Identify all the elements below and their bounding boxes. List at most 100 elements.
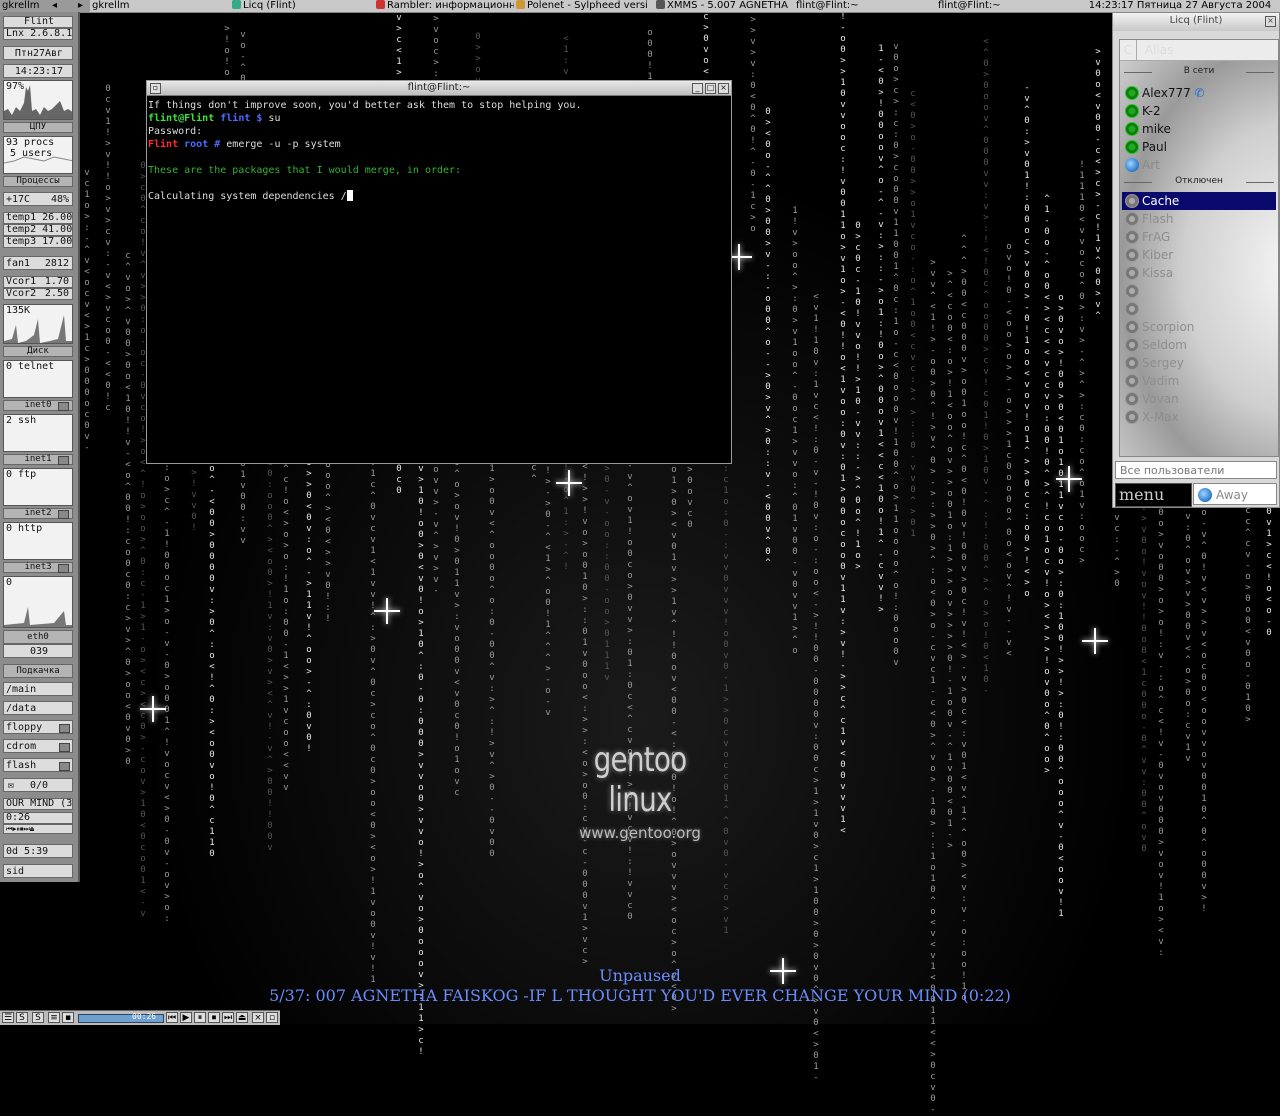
sparkle-icon: [374, 598, 400, 624]
gk-mount-label: cdrom: [6, 741, 37, 752]
mount-button-icon[interactable]: [59, 724, 70, 733]
taskbar-item-gkrellm-2[interactable]: gkrellm: [90, 0, 230, 12]
close-icon[interactable]: ×: [1265, 16, 1276, 27]
terminal-line: flint@Flint flint $ su: [148, 112, 731, 125]
contact-online[interactable]: Alex777 ✆: [1122, 84, 1276, 102]
taskbar-item-terminal-2[interactable]: flint@Flint:~: [936, 0, 1076, 12]
matrix-column: > v 0 o < v 0 0 - c < > c > - c ! 1 v ^ …: [1095, 47, 1101, 321]
text-cursor: [346, 190, 353, 201]
arrow-left-icon[interactable]: ◂: [52, 0, 57, 12]
gk-procs-label[interactable]: Процессы: [3, 176, 73, 187]
arrow-right-icon[interactable]: ▸: [78, 0, 83, 12]
xmms-time: 00:26: [132, 1012, 157, 1021]
gnome-icon[interactable]: ☰: [2, 1012, 14, 1023]
xmms-shade-icon[interactable]: ≡: [48, 1012, 60, 1023]
column-alias-header[interactable]: Alias: [1141, 43, 1173, 57]
gk-disk-label[interactable]: Диск: [3, 346, 73, 357]
gk-net-label-inet2[interactable]: inet2: [3, 508, 73, 519]
gk-mount-cdrom[interactable]: cdrom: [3, 739, 73, 753]
prev-icon[interactable]: ⏮: [166, 1012, 178, 1023]
gk-mail[interactable]: ✉ 0/0: [3, 778, 73, 792]
contact-online[interactable]: Paul: [1122, 138, 1276, 156]
close-icon[interactable]: ×: [718, 83, 729, 94]
stop-icon[interactable]: ⏹: [208, 1012, 220, 1023]
contact-offline[interactable]: [1122, 300, 1276, 318]
gk-mount-floppy[interactable]: floppy: [3, 720, 73, 734]
gk-download-label[interactable]: Подкачка: [3, 664, 73, 678]
contact-online[interactable]: Art: [1122, 156, 1276, 174]
close-icon[interactable]: ×: [252, 1012, 264, 1023]
contact-online[interactable]: K-2: [1122, 102, 1276, 120]
contact-offline[interactable]: FrAG: [1122, 228, 1276, 246]
taskbar-item-rambler[interactable]: Rambler: информационн: [374, 0, 514, 12]
prompt-command: emerge -u -p system: [220, 139, 341, 150]
gk-cpu-label[interactable]: ЦПУ: [3, 122, 73, 133]
gk-date: Птн27Авг: [3, 46, 73, 60]
gk-mount-main[interactable]: /main: [3, 682, 73, 696]
contact-offline[interactable]: Sergey: [1122, 354, 1276, 372]
contact-offline[interactable]: Vovan: [1122, 390, 1276, 408]
eject-icon[interactable]: ⏏: [30, 825, 34, 833]
contact-offline[interactable]: Kiber: [1122, 246, 1276, 264]
contact-name: Sergey: [1142, 356, 1184, 370]
licq-titlebar[interactable]: Licq (Flint) ×: [1113, 13, 1279, 31]
pause-icon[interactable]: ⏸: [194, 1012, 206, 1023]
net-toggle-icon[interactable]: [58, 456, 69, 465]
taskbar-item-xmms[interactable]: XMMS - 5.007 AGNETHA: [654, 0, 794, 12]
group-filter-select[interactable]: Все пользователи: [1115, 461, 1277, 479]
online-flower-icon: [1125, 122, 1139, 136]
mount-button-icon[interactable]: [59, 743, 70, 752]
app-launcher-icon[interactable]: S: [32, 1012, 44, 1023]
taskbar-item-label: Rambler: информационн: [387, 0, 514, 11]
gk-net-label-inet0[interactable]: inet0: [3, 400, 73, 411]
maximize-icon[interactable]: □: [705, 83, 716, 94]
offline-separator: Отключен: [1120, 176, 1278, 186]
contact-offline[interactable]: Cache: [1122, 192, 1276, 210]
xmms-menu-icon[interactable]: ▪: [62, 1012, 74, 1023]
mount-button-icon[interactable]: [59, 762, 70, 771]
gk-net-label-inet3[interactable]: inet3: [3, 562, 73, 573]
taskbar-item-sylpheed[interactable]: Polenet - Sylpheed versi: [514, 0, 654, 12]
terminal-window[interactable]: ▫ flint@Flint:~ _ □ × If things don't im…: [146, 80, 732, 464]
gk-mount-flash[interactable]: flash: [3, 758, 73, 772]
online-separator: В сети: [1120, 66, 1278, 76]
gk-eth-value: 0: [6, 577, 13, 588]
gk-net-value: 0 telnet: [6, 361, 55, 372]
terminal-titlebar[interactable]: ▫ flint@Flint:~ _ □ ×: [147, 81, 731, 96]
terminal-output[interactable]: If things don't improve soon, you'd bett…: [147, 96, 731, 203]
contact-offline[interactable]: Flash: [1122, 210, 1276, 228]
taskbar-item-label: gkrellm: [2, 0, 40, 11]
app-launcher-icon[interactable]: S: [16, 1012, 28, 1023]
contact-online[interactable]: mike: [1122, 120, 1276, 138]
contact-offline[interactable]: Scorpion: [1122, 318, 1276, 336]
menu-button[interactable]: menu: [1115, 483, 1192, 507]
contact-offline[interactable]: Seldom: [1122, 336, 1276, 354]
net-toggle-icon[interactable]: [58, 510, 69, 519]
contact-offline[interactable]: Vadim: [1122, 372, 1276, 390]
taskbar-item-terminal-1[interactable]: flint@Flint:~: [794, 0, 936, 12]
eject-icon[interactable]: ⏏: [236, 1012, 248, 1023]
gk-mount-label: floppy: [6, 722, 43, 733]
window-menu-icon[interactable]: ▫: [150, 83, 161, 94]
matrix-column: 0 > < 0 o - ^ ^ 0 > 0 0 > v - : - o 0 0 …: [765, 107, 771, 568]
column-c-header[interactable]: C: [1120, 40, 1137, 60]
minimize-icon[interactable]: _: [692, 83, 703, 94]
taskbar-item-licq[interactable]: Licq (Flint): [230, 0, 372, 12]
contact-offline[interactable]: [1122, 282, 1276, 300]
contact-name: Seldom: [1142, 338, 1187, 352]
net-toggle-icon[interactable]: [58, 564, 69, 573]
gk-procs: 93 procs: [6, 137, 55, 148]
net-toggle-icon[interactable]: [58, 402, 69, 411]
contact-offline[interactable]: Kissa: [1122, 264, 1276, 282]
gk-mount-data[interactable]: /data: [3, 701, 73, 715]
taskbar-item-gkrellm-1[interactable]: gkrellm ◂ ▸: [0, 0, 90, 12]
gk-net-label-inet1[interactable]: inet1: [3, 454, 73, 465]
next-icon[interactable]: ⏭: [222, 1012, 234, 1023]
licq-contact-list[interactable]: C Alias В сети Alex777 ✆ K-2 mike Paul Art От…: [1119, 39, 1279, 457]
play-icon[interactable]: ▶: [180, 1012, 192, 1023]
contact-offline[interactable]: X-Max: [1122, 408, 1276, 426]
shade-icon[interactable]: ▫: [266, 1012, 278, 1023]
gk-xmms-controls[interactable]: ⏮▶⏸⏹⏭⏏: [3, 824, 73, 834]
status-select[interactable]: Away: [1193, 483, 1277, 505]
gk-eth-label[interactable]: eth0: [3, 630, 73, 644]
